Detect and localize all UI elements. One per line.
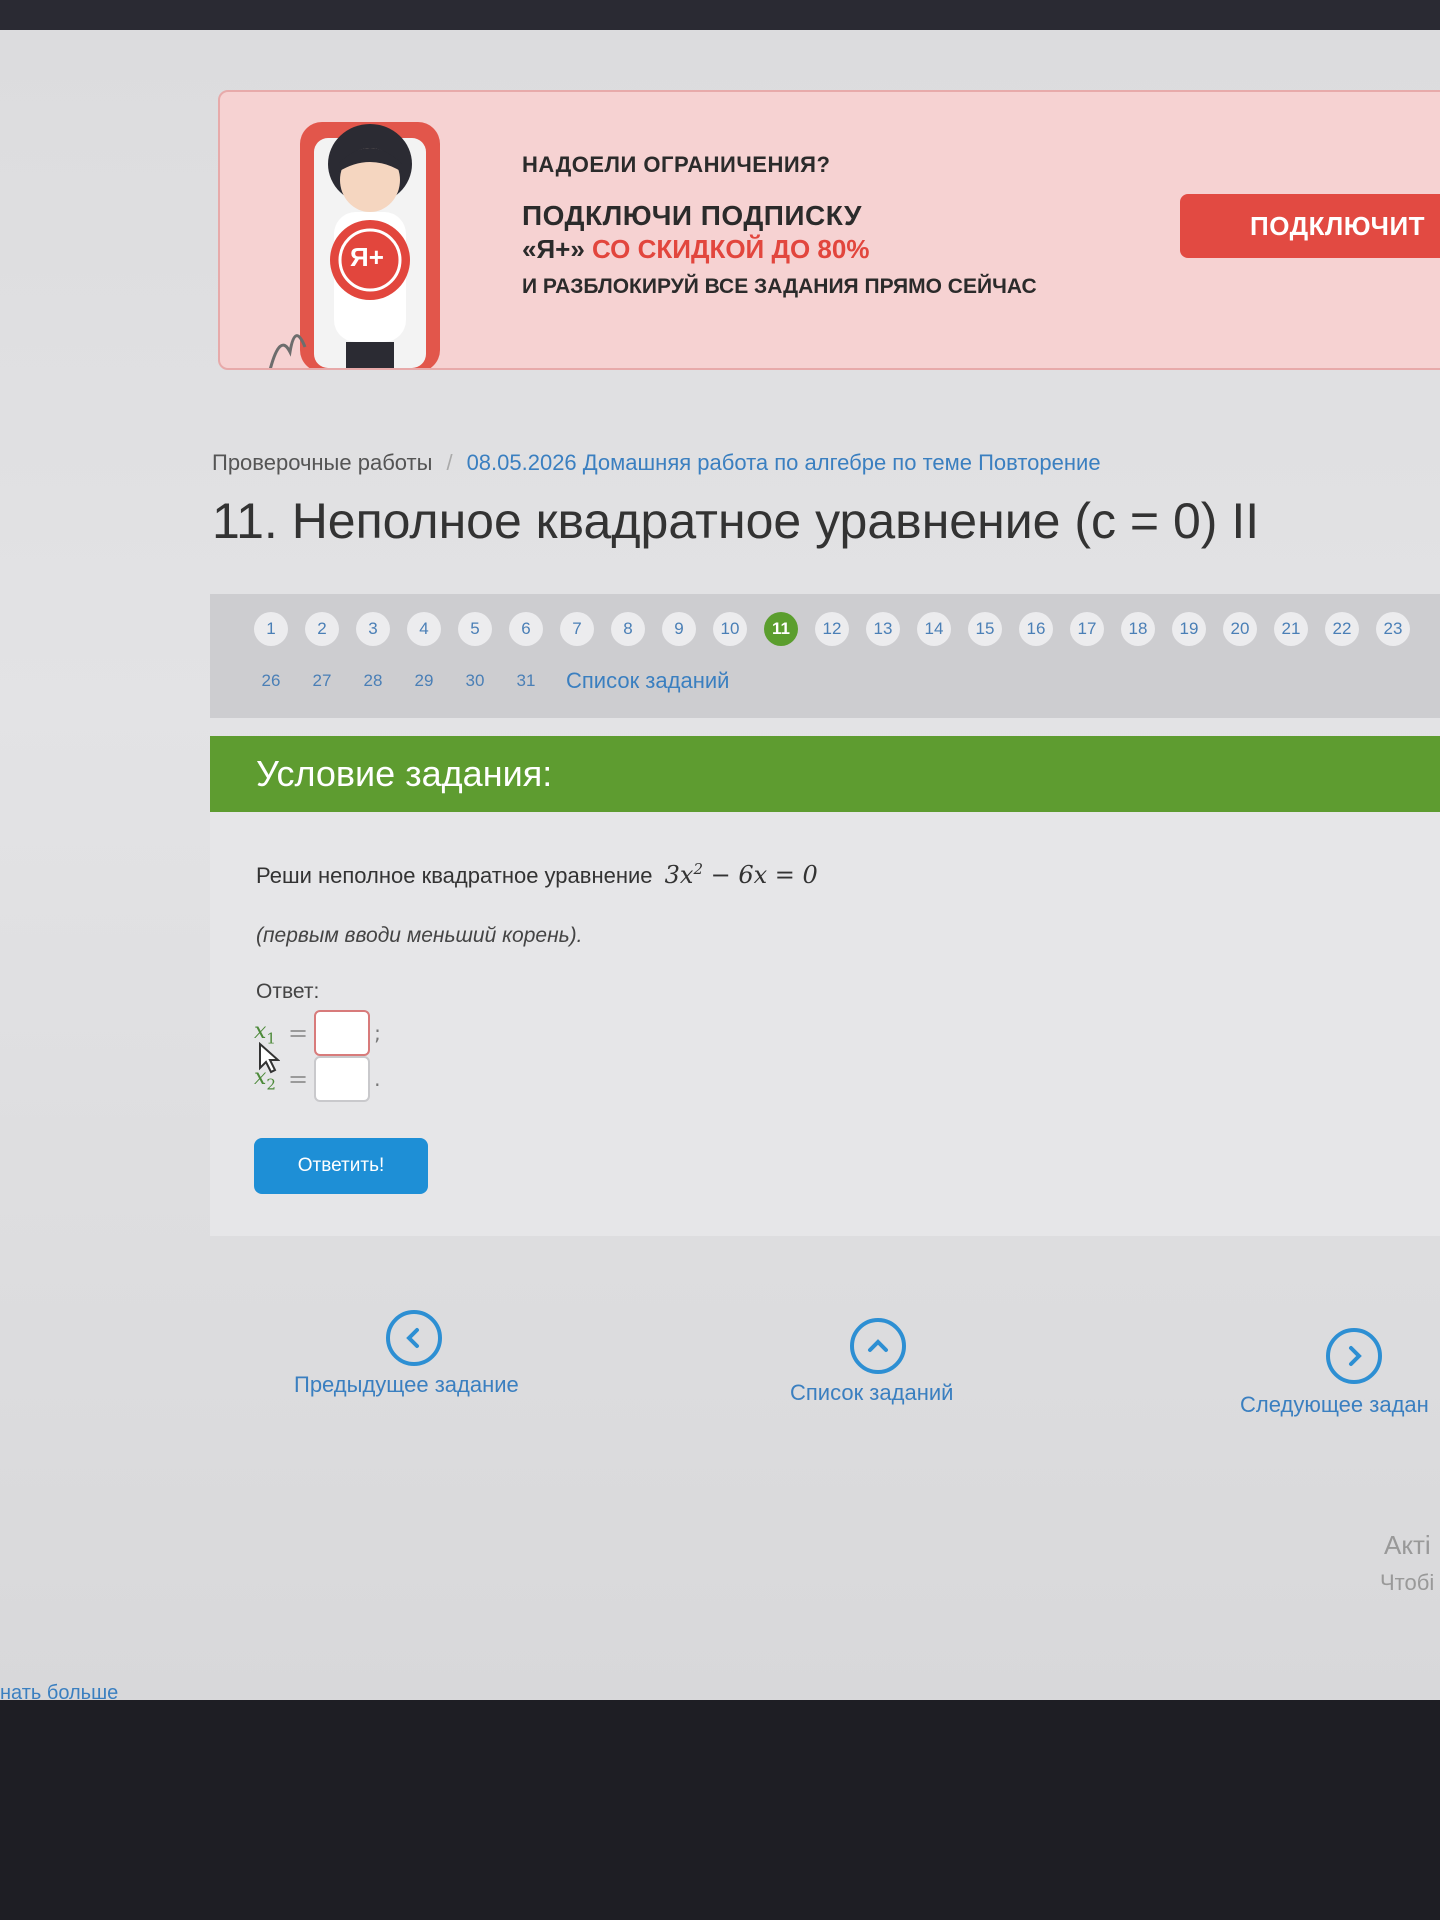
next-task-link[interactable]: Следующее задан: [1240, 1392, 1429, 1418]
question: Реши неполное квадратное уравнение 3x2 −…: [256, 860, 818, 889]
task-number-10[interactable]: 10: [713, 612, 747, 646]
page-title: 11. Неполное квадратное уравнение (c = 0…: [212, 493, 1260, 549]
root-2-punct: .: [374, 1067, 381, 1091]
browser-viewport: Я+ НАДОЕЛИ ОГРАНИЧЕНИЯ? ПОДКЛЮЧИ ПОДПИСК…: [0, 30, 1440, 1720]
task-number-12[interactable]: 12: [815, 612, 849, 646]
activation-title: Акті: [1384, 1530, 1431, 1560]
task-number-7[interactable]: 7: [560, 612, 594, 646]
task-list-bottom-link[interactable]: Список заданий: [790, 1380, 953, 1406]
breadcrumb-root[interactable]: Проверочные работы: [212, 450, 432, 475]
promo-discount: «Я+» СО СКИДКОЙ ДО 80%: [522, 234, 1037, 265]
task-number-5[interactable]: 5: [458, 612, 492, 646]
task-number-18[interactable]: 18: [1121, 612, 1155, 646]
task-number-9[interactable]: 9: [662, 612, 696, 646]
task-number-4[interactable]: 4: [407, 612, 441, 646]
prev-task-link[interactable]: Предыдущее задание: [294, 1372, 519, 1398]
task-number-23[interactable]: 23: [1376, 612, 1410, 646]
task-number-20[interactable]: 20: [1223, 612, 1257, 646]
task-navigation: 1 2 3 4 5 6 7 8 9 10 11 12 13 14 15 16 17 18 19 20 21 22 23 26…: [210, 594, 1440, 718]
mouse-cursor-icon: [259, 1042, 280, 1074]
prev-task-icon[interactable]: [386, 1310, 442, 1366]
task-number-13[interactable]: 13: [866, 612, 900, 646]
monitor-bezel-bottom: [0, 1700, 1440, 1920]
task-list-icon[interactable]: [850, 1318, 906, 1374]
root-2-input[interactable]: [314, 1056, 371, 1102]
promo-discount-accent: СО СКИДКОЙ ДО 80%: [592, 234, 870, 264]
task-number-8[interactable]: 8: [611, 612, 645, 646]
hint-text: (первым вводи меньший корень).: [256, 924, 583, 947]
task-number-15[interactable]: 15: [968, 612, 1002, 646]
promo-headline: НАДОЕЛИ ОГРАНИЧЕНИЯ?: [522, 152, 831, 177]
condition-body: Реши неполное квадратное уравнение 3x2 −…: [210, 812, 1440, 1236]
breadcrumb-current[interactable]: 08.05.2026 Домашняя работа по алгебре по…: [467, 450, 1101, 475]
promo-girl-illustration: [269, 122, 440, 368]
equation-rest: − 6x = 0: [703, 861, 818, 889]
condition-header: Условие задания:: [210, 736, 1440, 812]
task-number-6[interactable]: 6: [509, 612, 543, 646]
task-number-21[interactable]: 21: [1274, 612, 1308, 646]
task-number-26[interactable]: 26: [254, 664, 288, 698]
breadcrumb: Проверочные работы / 08.05.2026 Домашняя р…: [212, 450, 1101, 476]
task-number-31[interactable]: 31: [509, 664, 543, 698]
breadcrumb-separator: /: [446, 450, 453, 475]
equals-sign: =: [288, 1019, 309, 1047]
root-1-punct: ;: [374, 1021, 381, 1045]
equation-power: 2: [693, 860, 703, 878]
task-number-27[interactable]: 27: [305, 664, 339, 698]
promo-subscribe: ПОДКЛЮЧИ ПОДПИСКУ: [522, 200, 862, 231]
promo-unlock: И РАЗБЛОКИРУЙ ВСЕ ЗАДАНИЯ ПРЯМО СЕЙЧАС: [522, 275, 1037, 298]
promo-badge: Я+: [350, 242, 384, 272]
task-number-29[interactable]: 29: [407, 664, 441, 698]
task-number-19[interactable]: 19: [1172, 612, 1206, 646]
next-task-icon[interactable]: [1326, 1328, 1382, 1384]
task-number-1[interactable]: 1: [254, 612, 288, 646]
task-list-link[interactable]: Список заданий: [566, 668, 729, 694]
submit-answer-button[interactable]: Ответить!: [254, 1138, 428, 1194]
promo-banner[interactable]: Я+ НАДОЕЛИ ОГРАНИЧЕНИЯ? ПОДКЛЮЧИ ПОДПИСК…: [218, 90, 1440, 370]
question-text: Реши неполное квадратное уравнение: [256, 863, 653, 888]
answer-label: Ответ:: [256, 980, 320, 1003]
task-row-1: 1 2 3 4 5 6 7 8 9 10 11 12 13 14 15 16 17 18 19 20 21 22 23: [254, 612, 1427, 646]
subscribe-button[interactable]: ПОДКЛЮЧИТ: [1180, 194, 1440, 258]
equals-sign: =: [288, 1065, 309, 1093]
promo-text: НАДОЕЛИ ОГРАНИЧЕНИЯ? ПОДКЛЮЧИ ПОДПИСКУ «…: [522, 152, 1037, 299]
task-number-16[interactable]: 16: [1019, 612, 1053, 646]
task-number-22[interactable]: 22: [1325, 612, 1359, 646]
task-row-2: 26 27 28 29 30 31 Список заданий: [254, 664, 730, 698]
task-number-30[interactable]: 30: [458, 664, 492, 698]
task-number-28[interactable]: 28: [356, 664, 390, 698]
task-number-14[interactable]: 14: [917, 612, 951, 646]
promo-brand: «Я+»: [522, 234, 585, 264]
task-number-17[interactable]: 17: [1070, 612, 1104, 646]
equation-term: 3x: [664, 861, 694, 889]
equation: 3x2 − 6x = 0: [664, 860, 818, 889]
activation-subtitle: Чтобі: [1380, 1570, 1435, 1595]
task-number-3[interactable]: 3: [356, 612, 390, 646]
task-number-2[interactable]: 2: [305, 612, 339, 646]
task-number-11[interactable]: 11: [764, 612, 798, 646]
root-1-input[interactable]: [314, 1010, 371, 1056]
